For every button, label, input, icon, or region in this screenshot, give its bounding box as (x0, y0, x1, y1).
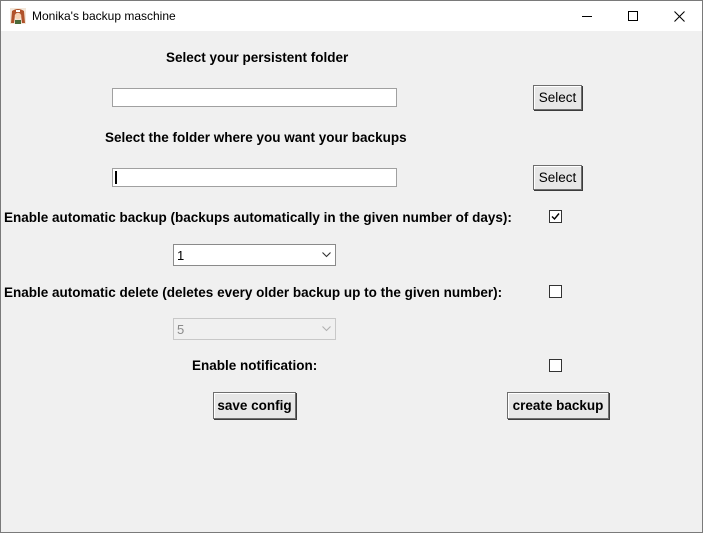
notification-checkbox[interactable] (549, 359, 562, 372)
chevron-down-icon (322, 326, 331, 332)
delete-count-select[interactable]: 5 (173, 318, 336, 340)
backup-days-select[interactable]: 1 (173, 244, 336, 266)
select-backup-folder-button[interactable]: Select (533, 165, 582, 190)
backup-folder-label: Select the folder where you want your ba… (105, 130, 407, 145)
title-bar: Monika's backup maschine (1, 1, 702, 31)
save-config-button[interactable]: save config (213, 392, 296, 419)
backup-days-value: 1 (177, 248, 185, 263)
app-window: Monika's backup maschine Select your per… (0, 0, 703, 533)
persistent-folder-label: Select your persistent folder (166, 50, 349, 65)
maximize-button[interactable] (610, 1, 656, 31)
delete-count-value: 5 (177, 322, 185, 337)
auto-delete-label: Enable automatic delete (deletes every o… (4, 285, 503, 300)
window-title: Monika's backup maschine (32, 9, 176, 23)
text-cursor (115, 171, 117, 184)
maximize-icon (628, 11, 638, 21)
create-backup-button[interactable]: create backup (507, 392, 609, 419)
close-icon (673, 10, 685, 22)
checkmark-icon (551, 213, 560, 221)
minimize-button[interactable] (564, 1, 610, 31)
notification-label: Enable notification: (192, 358, 318, 373)
select-persistent-button[interactable]: Select (533, 85, 582, 110)
auto-backup-checkbox[interactable] (549, 210, 562, 223)
chevron-down-icon (322, 252, 331, 258)
persistent-folder-input[interactable] (112, 88, 397, 107)
auto-delete-checkbox[interactable] (549, 285, 562, 298)
close-button[interactable] (656, 1, 702, 31)
backup-folder-input[interactable] (112, 168, 397, 187)
minimize-icon (582, 16, 592, 17)
anime-character-icon (10, 8, 26, 24)
auto-backup-label: Enable automatic backup (backups automat… (4, 210, 512, 225)
